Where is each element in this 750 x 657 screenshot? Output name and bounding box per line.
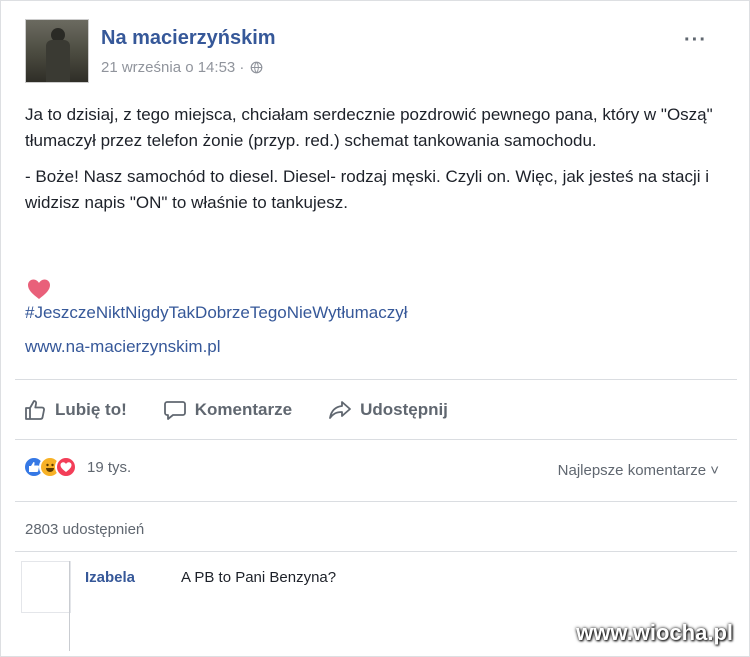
comment-label: Komentarze	[194, 400, 293, 419]
commenter-avatar[interactable]	[21, 561, 71, 613]
post-paragraph-1: Ja to dzisiaj, z tego miejsca, chciałam …	[25, 105, 713, 150]
share-count[interactable]: 2803 udostępnień	[25, 521, 144, 538]
comment-icon	[163, 401, 186, 420]
share-button[interactable]: Udostępnij	[328, 398, 448, 422]
facebook-post: Na macierzyńskim 21 września o 14:53 · ·…	[0, 0, 750, 657]
comment-button[interactable]: Komentarze	[163, 398, 292, 422]
post-date[interactable]: 21 września o 14:53 ·	[101, 59, 244, 76]
comment-author[interactable]: Izabela	[85, 569, 135, 586]
like-label: Lubię to!	[55, 400, 127, 419]
reaction-count: 19 tys.	[87, 458, 132, 476]
post-header: Na macierzyńskim 21 września o 14:53 · ·…	[25, 15, 725, 87]
heart-icon	[28, 279, 50, 299]
post-paragraph-2: - Boże! Nasz samochód to diesel. Diesel-…	[25, 167, 710, 212]
page-avatar[interactable]	[25, 19, 89, 83]
comment-sort-dropdown[interactable]: Najlepsze komentarze ˅	[558, 462, 719, 479]
share-icon	[329, 401, 351, 419]
more-options-icon[interactable]: ···	[684, 29, 707, 52]
like-button[interactable]: Lubię to!	[23, 398, 127, 422]
thumbs-up-icon	[25, 400, 45, 420]
page-name-link[interactable]: Na macierzyńskim	[101, 27, 276, 50]
share-label: Udostępnij	[360, 400, 448, 419]
post-meta: 21 września o 14:53 ·	[101, 59, 263, 76]
divider	[15, 379, 737, 380]
comment-text: A PB to Pani Benzyna?	[181, 569, 337, 586]
watermark: www.wiocha.pl	[576, 620, 733, 645]
action-bar: Lubię to! Komentarze Udostępnij	[23, 392, 484, 428]
globe-icon	[251, 61, 263, 74]
website-link[interactable]: www.na-macierzynskim.pl	[25, 337, 221, 357]
divider	[15, 501, 737, 502]
hashtag-link[interactable]: #JeszczeNiktNigdyTakDobrzeTegoNieWytłuma…	[25, 303, 407, 323]
divider	[15, 551, 737, 552]
reactions-summary[interactable]: 19 tys.	[23, 456, 131, 478]
post-body: Ja to dzisiaj, z tego miejsca, chciałam …	[25, 102, 735, 226]
divider	[15, 439, 737, 440]
comment-thread-line	[69, 561, 70, 651]
love-reaction-icon	[55, 456, 77, 478]
